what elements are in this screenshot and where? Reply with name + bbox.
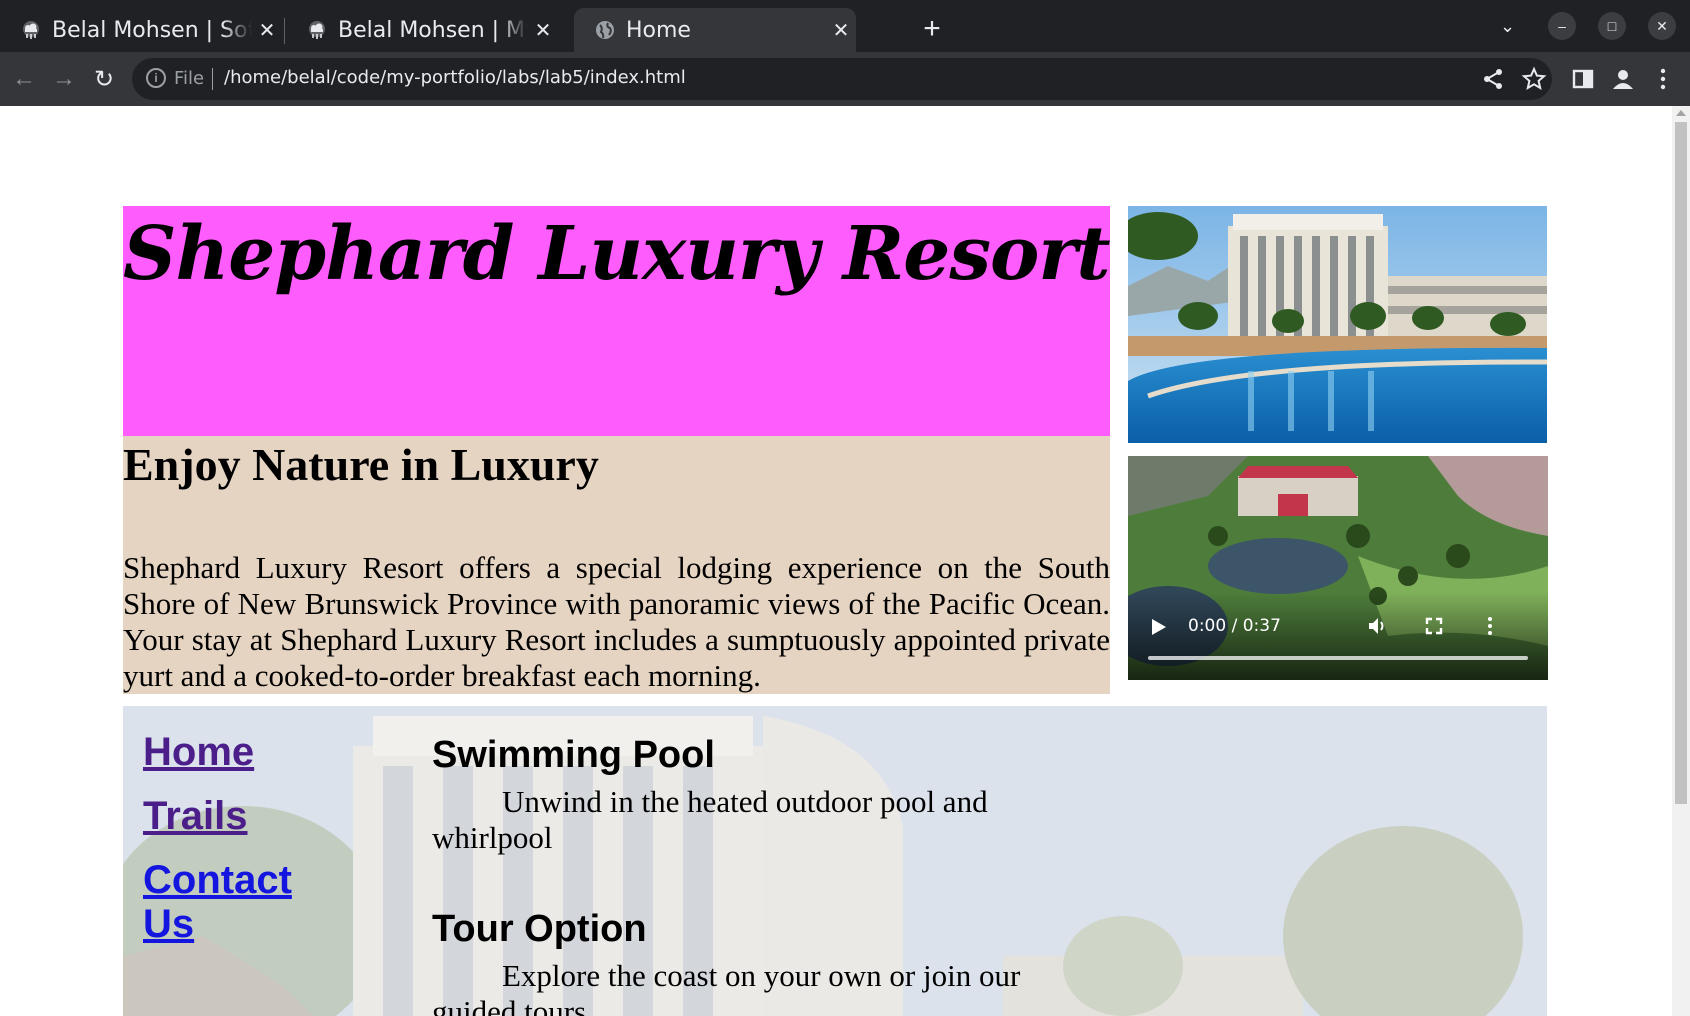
tab-strip: Belal Mohsen | Software Engineer ✕ Belal… <box>0 0 1690 52</box>
side-panel-icon[interactable] <box>1570 66 1596 92</box>
tab-my-labs[interactable]: Belal Mohsen | My Labs ✕ <box>286 8 558 52</box>
section-text: Explore the coast on your own or join ou… <box>432 958 1021 1016</box>
maximize-button[interactable]: □ <box>1598 12 1626 40</box>
close-window-button[interactable]: ✕ <box>1648 12 1676 40</box>
intro-heading: Enjoy Nature in Luxury <box>123 439 599 490</box>
new-tab-button[interactable]: + <box>915 12 949 46</box>
intro-section: Enjoy Nature in Luxury Shephard Luxury R… <box>123 436 1110 694</box>
close-tab-icon[interactable]: ✕ <box>528 18 558 42</box>
globe-icon <box>596 21 614 39</box>
side-nav: Home Trails Contact Us <box>143 730 343 966</box>
scheme-label: File <box>174 68 205 89</box>
back-button[interactable]: ← <box>8 63 40 95</box>
kebab-menu-icon[interactable] <box>1650 66 1676 92</box>
section-text: Unwind in the heated outdoor pool and wh… <box>432 784 988 855</box>
video-controls: 0:00 / 0:37 <box>1128 592 1548 680</box>
scrollbar-thumb[interactable] <box>1675 122 1687 804</box>
minimize-button[interactable]: – <box>1548 12 1576 40</box>
reload-button[interactable]: ↻ <box>88 63 120 95</box>
more-options-icon[interactable] <box>1478 614 1502 638</box>
page-title: Shephard Luxury Resort <box>123 211 1111 297</box>
play-icon[interactable] <box>1152 619 1166 635</box>
tab-software-engineer[interactable]: Belal Mohsen | Software Engineer ✕ <box>0 8 282 52</box>
resort-pool-photo <box>1128 206 1547 443</box>
nav-link-home[interactable]: Home <box>143 730 343 774</box>
close-tab-icon[interactable]: ✕ <box>252 18 282 42</box>
page-viewport: Shephard Luxury Resort Enjoy Nature in L… <box>0 106 1672 1016</box>
browser-toolbar: ← → ↻ i File /home/belal/code/my-portfol… <box>0 52 1690 106</box>
fullscreen-icon[interactable] <box>1422 614 1446 638</box>
close-tab-icon[interactable]: ✕ <box>826 18 856 42</box>
hero-banner: Shephard Luxury Resort <box>123 206 1111 436</box>
video-time: 0:00 / 0:37 <box>1188 616 1281 636</box>
scroll-up-arrow-icon[interactable] <box>1676 110 1686 116</box>
section-heading: Tour Option <box>432 908 647 950</box>
nav-link-contact[interactable]: Contact Us <box>143 858 343 946</box>
star-icon[interactable] <box>1521 66 1547 92</box>
address-bar[interactable]: i File /home/belal/code/my-portfolio/lab… <box>132 58 1552 100</box>
tab-title: Belal Mohsen | Software Engineer <box>52 17 252 43</box>
cloud-icon <box>309 21 325 39</box>
volume-icon[interactable] <box>1366 614 1390 638</box>
video-progress-bar[interactable] <box>1148 656 1528 660</box>
url-text[interactable]: /home/belal/code/my-portfolio/labs/lab5/… <box>224 67 686 88</box>
tab-title: Home <box>626 17 691 43</box>
main-section: Home Trails Contact Us Swimming Pool Unw… <box>123 706 1547 1016</box>
chevron-down-icon[interactable]: ⌄ <box>1500 16 1515 37</box>
intro-text: Shephard Luxury Resort offers a special … <box>123 550 1110 693</box>
nav-link-trails[interactable]: Trails <box>143 794 343 838</box>
cloud-icon <box>23 21 39 39</box>
info-icon[interactable]: i <box>146 68 166 88</box>
address-divider <box>212 68 213 90</box>
amenities-content: Swimming Pool Unwind in the heated outdo… <box>432 732 1072 1016</box>
tab-title: Belal Mohsen | My Labs <box>338 17 528 43</box>
profile-icon[interactable] <box>1610 66 1636 92</box>
tab-divider <box>284 18 285 44</box>
share-icon[interactable] <box>1480 66 1506 92</box>
resort-video-player[interactable]: 0:00 / 0:37 <box>1128 456 1548 680</box>
forward-button[interactable]: → <box>48 63 80 95</box>
section-heading: Swimming Pool <box>432 734 715 776</box>
tab-home[interactable]: Home ✕ <box>574 8 856 52</box>
vertical-scrollbar[interactable] <box>1672 106 1690 1016</box>
